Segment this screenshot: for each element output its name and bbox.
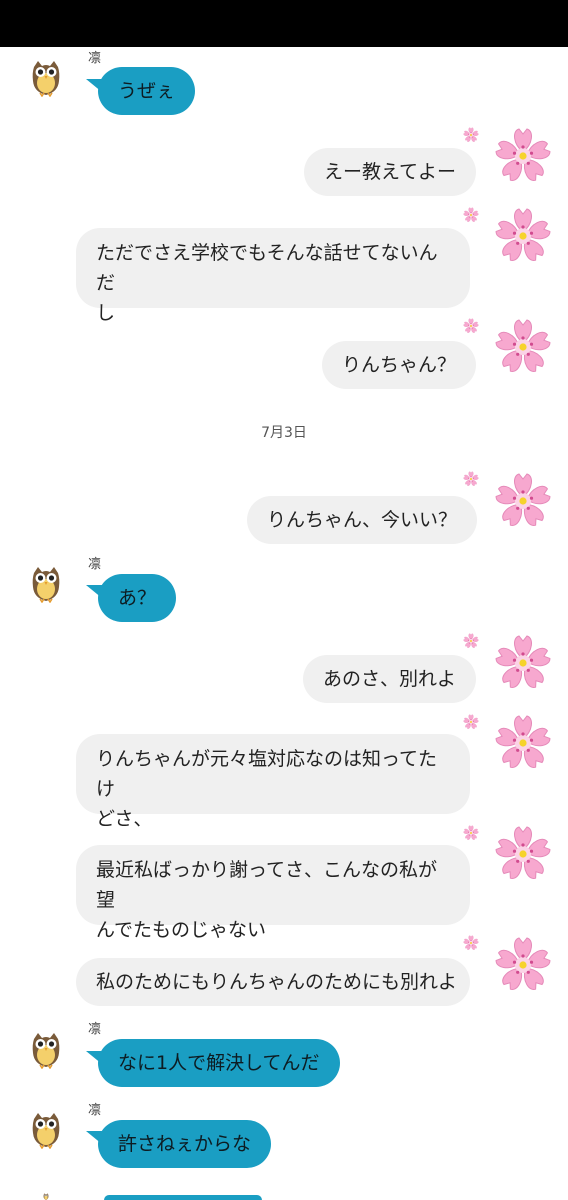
owl-icon[interactable] — [30, 59, 62, 97]
message-bubble-outgoing[interactable]: 最近私ばっかり謝ってさ、こんなの私が望 んでたものじゃない — [76, 845, 470, 941]
cherry-blossom-icon — [463, 825, 479, 841]
sender-name: 凛 — [88, 51, 102, 66]
owl-icon[interactable] — [30, 1111, 62, 1149]
cherry-blossom-icon[interactable] — [494, 127, 552, 185]
message-bubble-outgoing[interactable]: ただでさえ学校でもそんな話せてないんだ し — [76, 228, 470, 324]
cherry-blossom-icon — [463, 935, 479, 951]
message-bubble-outgoing[interactable]: りんちゃん？ — [322, 341, 477, 389]
message-bubble-outgoing[interactable]: あのさ、別れよ — [303, 655, 477, 703]
cherry-blossom-icon — [463, 127, 479, 143]
cherry-blossom-icon[interactable] — [494, 714, 552, 772]
cherry-blossom-icon — [463, 471, 479, 487]
sender-name: 凛 — [88, 1103, 102, 1118]
message-bubble-incoming[interactable]: うぜぇ — [98, 67, 196, 115]
cherry-blossom-icon[interactable] — [494, 472, 552, 530]
message-line: んでたものじゃない — [96, 919, 267, 941]
cherry-blossom-icon — [463, 318, 479, 334]
message-bubble-outgoing[interactable]: りんちゃん、今いい？ — [247, 496, 478, 544]
message-line: 最近私ばっかり謝ってさ、こんなの私が望 — [96, 859, 438, 911]
message-bubble-outgoing[interactable]: りんちゃんが元々塩対応なのは知ってたけ どさ、 — [76, 734, 470, 830]
cherry-blossom-icon — [463, 714, 479, 730]
owl-icon[interactable] — [30, 565, 62, 603]
message-bubble-incoming[interactable]: あ？ — [98, 574, 177, 622]
status-bar — [0, 0, 568, 47]
message-line: どさ、 — [96, 808, 153, 830]
cherry-blossom-icon[interactable] — [494, 936, 552, 994]
cherry-blossom-icon — [463, 633, 479, 649]
message-line: し — [96, 302, 116, 324]
owl-icon[interactable] — [30, 1193, 62, 1200]
message-line: ただでさえ学校でもそんな話せてないんだ — [96, 242, 438, 294]
cherry-blossom-icon[interactable] — [494, 634, 552, 692]
cherry-blossom-icon[interactable] — [494, 825, 552, 883]
sender-name: 凛 — [88, 557, 102, 572]
message-bubble-incoming[interactable]: 許さねぇからな — [98, 1120, 272, 1168]
message-bubble-outgoing[interactable]: 私のためにもりんちゃんのためにも別れよ — [76, 958, 470, 1006]
cherry-blossom-icon — [463, 207, 479, 223]
message-line: りんちゃんが元々塩対応なのは知ってたけ — [96, 748, 438, 800]
cherry-blossom-icon[interactable] — [494, 318, 552, 376]
date-separator: 7月3日 — [261, 425, 307, 441]
message-bubble-incoming-partial[interactable] — [104, 1195, 262, 1200]
cherry-blossom-icon[interactable] — [494, 207, 552, 265]
owl-icon[interactable] — [30, 1031, 62, 1069]
chat-area[interactable]: 凛 うぜぇ えー教えてよー ただでさえ学校でもそんな話せてないんだ し りんちゃ… — [0, 47, 568, 1200]
message-bubble-outgoing[interactable]: えー教えてよー — [304, 148, 477, 196]
sender-name: 凛 — [88, 1022, 102, 1037]
message-bubble-incoming[interactable]: なに1人で解決してんだ — [98, 1039, 340, 1087]
